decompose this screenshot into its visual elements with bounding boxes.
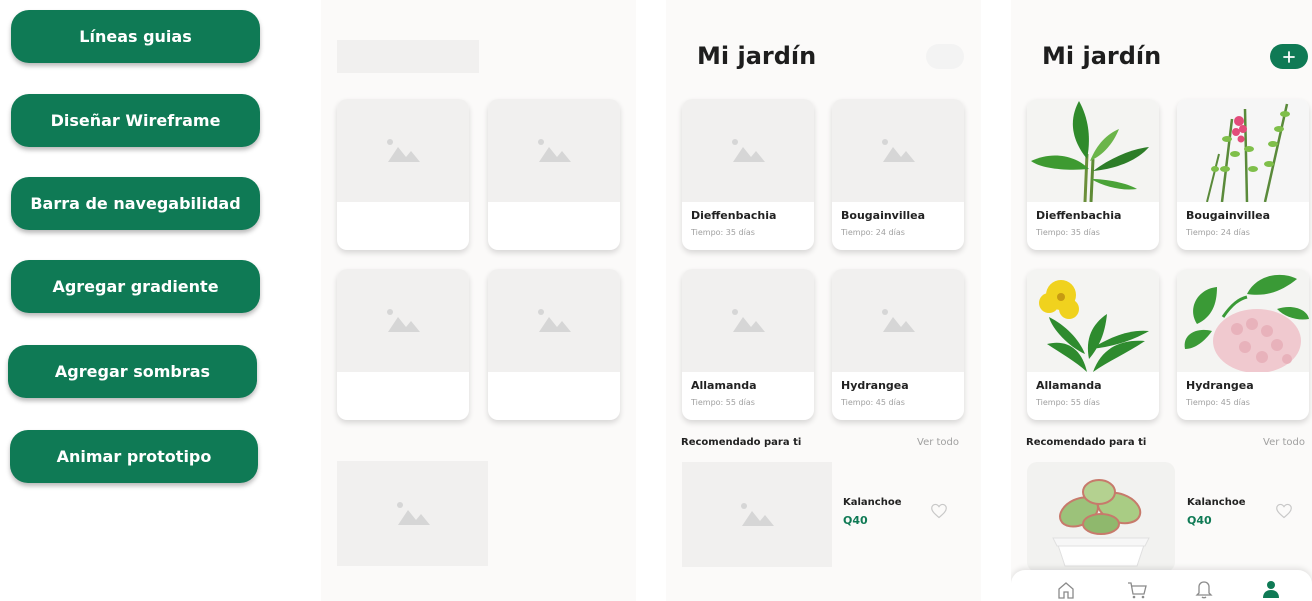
step-button-wireframe[interactable]: Diseñar Wireframe <box>11 94 260 147</box>
plant-name: Hydrangea <box>1186 379 1254 392</box>
plant-card-placeholder[interactable] <box>488 269 620 420</box>
recommended-price: Q40 <box>1187 514 1212 527</box>
recommended-price: Q40 <box>843 514 868 527</box>
plant-name: Allamanda <box>1036 379 1102 392</box>
plant-card[interactable]: Allamanda Tiempo: 55 días <box>1027 269 1159 420</box>
plant-time: Tiempo: 35 días <box>1036 228 1100 237</box>
plant-name: Bougainvillea <box>1186 209 1271 222</box>
image-placeholder-icon <box>337 99 469 202</box>
plant-image <box>1177 99 1309 202</box>
bottom-nav <box>1011 570 1312 601</box>
plant-card-placeholder[interactable] <box>488 99 620 250</box>
wireframe-screen <box>321 0 636 601</box>
heart-icon[interactable] <box>1275 503 1293 519</box>
plant-card[interactable]: Dieffenbachia Tiempo: 35 días <box>682 99 814 250</box>
plant-card[interactable]: Bougainvillea Tiempo: 24 días <box>832 99 964 250</box>
image-placeholder-icon <box>337 269 469 372</box>
recommended-name: Kalanchoe <box>1187 497 1246 508</box>
add-button[interactable] <box>1270 44 1308 69</box>
plant-time: Tiempo: 45 días <box>1186 398 1250 407</box>
step-button-shadows[interactable]: Agregar sombras <box>8 345 257 398</box>
recommended-name: Kalanchoe <box>843 497 902 508</box>
step-label: Líneas guias <box>79 27 192 46</box>
image-placeholder-icon <box>832 99 964 202</box>
plant-name: Dieffenbachia <box>691 209 777 222</box>
title-placeholder <box>337 40 479 73</box>
final-screen: Mi jardín Dieffenbachia Tiempo: 35 días <box>1011 0 1312 601</box>
step-label: Diseñar Wireframe <box>50 111 221 130</box>
recommended-image-placeholder <box>682 462 832 567</box>
add-button[interactable] <box>926 44 964 69</box>
plant-card-placeholder[interactable] <box>337 99 469 250</box>
plant-time: Tiempo: 24 días <box>841 228 905 237</box>
plant-card[interactable]: Hydrangea Tiempo: 45 días <box>832 269 964 420</box>
plus-icon <box>1283 50 1295 63</box>
plant-card[interactable]: Allamanda Tiempo: 55 días <box>682 269 814 420</box>
image-placeholder-icon <box>741 502 774 526</box>
see-all-link[interactable]: Ver todo <box>1263 437 1305 448</box>
section-title: Recomendado para ti <box>1026 437 1147 448</box>
recommended-image-placeholder <box>337 461 488 566</box>
plant-name: Allamanda <box>691 379 757 392</box>
image-placeholder-icon <box>396 501 430 525</box>
step-label: Barra de navegabilidad <box>30 194 241 213</box>
plant-image <box>1027 269 1159 372</box>
step-button-animate[interactable]: Animar prototipo <box>10 430 258 483</box>
image-placeholder-icon <box>488 99 620 202</box>
plant-name: Hydrangea <box>841 379 909 392</box>
kalanchoe-image <box>1052 479 1150 567</box>
home-icon[interactable] <box>1056 580 1076 600</box>
cart-icon[interactable] <box>1126 580 1148 600</box>
user-icon[interactable] <box>1262 579 1280 599</box>
plant-image <box>1027 99 1159 202</box>
step-label: Agregar gradiente <box>52 277 219 296</box>
step-label: Agregar sombras <box>54 362 211 381</box>
plant-time: Tiempo: 55 días <box>1036 398 1100 407</box>
step-button-guidelines[interactable]: Líneas guias <box>11 10 260 63</box>
plant-name: Bougainvillea <box>841 209 926 222</box>
plant-card[interactable]: Hydrangea Tiempo: 45 días <box>1177 269 1309 420</box>
image-placeholder-icon <box>832 269 964 372</box>
page-title: Mi jardín <box>697 42 817 70</box>
page-title: Mi jardín <box>1042 42 1162 70</box>
plant-time: Tiempo: 45 días <box>841 398 905 407</box>
image-placeholder-icon <box>488 269 620 372</box>
plant-time: Tiempo: 24 días <box>1186 228 1250 237</box>
plant-image <box>1177 269 1309 372</box>
step-button-gradient[interactable]: Agregar gradiente <box>11 260 260 313</box>
recommended-card[interactable] <box>1027 462 1175 572</box>
lofi-screen: Mi jardín Dieffenbachia Tiempo: 35 días … <box>666 0 981 601</box>
step-button-navbar[interactable]: Barra de navegabilidad <box>11 177 260 230</box>
plant-time: Tiempo: 55 días <box>691 398 755 407</box>
image-placeholder-icon <box>682 269 814 372</box>
image-placeholder-icon <box>682 99 814 202</box>
section-title: Recomendado para ti <box>681 437 802 448</box>
bell-icon[interactable] <box>1195 579 1213 599</box>
plant-name: Dieffenbachia <box>1036 209 1122 222</box>
see-all-link[interactable]: Ver todo <box>917 437 959 448</box>
heart-icon[interactable] <box>930 503 948 519</box>
plant-card-placeholder[interactable] <box>337 269 469 420</box>
plant-card[interactable]: Dieffenbachia Tiempo: 35 días <box>1027 99 1159 250</box>
plant-time: Tiempo: 35 días <box>691 228 755 237</box>
plant-card[interactable]: Bougainvillea Tiempo: 24 días <box>1177 99 1309 250</box>
step-label: Animar prototipo <box>56 447 212 466</box>
